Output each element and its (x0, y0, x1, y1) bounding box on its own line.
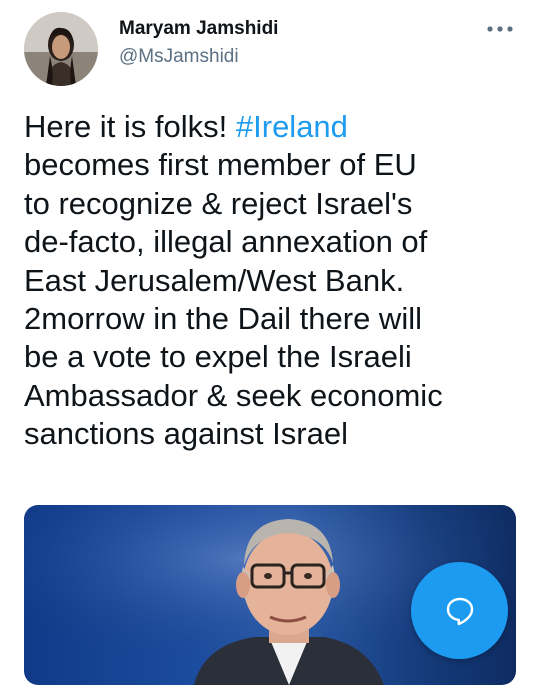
more-options-icon[interactable] (484, 18, 516, 40)
author-display-name[interactable]: Maryam Jamshidi (119, 18, 278, 40)
avatar[interactable] (24, 12, 98, 86)
tweet-header: Maryam Jamshidi @MsJamshidi (0, 0, 540, 100)
compose-button[interactable] (411, 562, 508, 659)
avatar-photo (24, 12, 98, 86)
tweet-text: Here it is folks! #Ireland becomes first… (24, 108, 524, 454)
compose-bubble-icon (446, 597, 473, 625)
tweet-text-body: becomes first member of EU to recognize … (24, 147, 443, 452)
tweet-text-intro: Here it is folks! (24, 109, 236, 144)
more-horizontal-icon (487, 26, 513, 32)
author-handle[interactable]: @MsJamshidi (119, 46, 239, 68)
hashtag-link[interactable]: #Ireland (236, 109, 348, 144)
